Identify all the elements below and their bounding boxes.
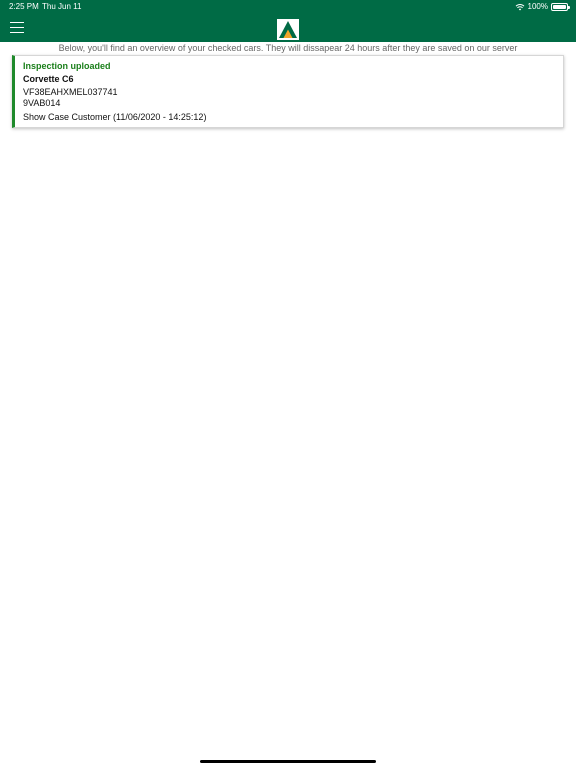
menu-line xyxy=(10,27,24,28)
car-model: Corvette C6 xyxy=(23,74,74,84)
top-bar: 2:25 PM Thu Jun 11 100% xyxy=(0,0,576,42)
status-date: Thu Jun 11 xyxy=(42,2,82,11)
menu-line xyxy=(10,22,24,23)
inspection-card[interactable]: Inspection uploaded Corvette C6 VF38EAHX… xyxy=(12,55,564,128)
car-vin: VF38EAHXMEL037741 xyxy=(23,87,118,97)
car-plate: 9VAB014 xyxy=(23,98,61,108)
customer-info: Show Case Customer (11/06/2020 - 14:25:1… xyxy=(23,112,207,122)
inspection-status: Inspection uploaded xyxy=(23,61,111,71)
battery-icon xyxy=(551,3,570,11)
status-right: 100% xyxy=(515,0,570,14)
home-indicator xyxy=(200,760,376,763)
wifi-icon xyxy=(515,4,524,11)
battery-level-fill xyxy=(553,5,566,9)
status-time: 2:25 PM xyxy=(9,2,39,11)
status-bar: 2:25 PM Thu Jun 11 100% xyxy=(0,0,576,14)
battery-percentage: 100% xyxy=(527,2,548,11)
triangle-logo-icon xyxy=(277,19,299,40)
intro-text: Below, you'll find an overview of your c… xyxy=(58,43,518,53)
hamburger-menu-icon[interactable] xyxy=(10,20,25,34)
menu-line xyxy=(10,32,24,33)
